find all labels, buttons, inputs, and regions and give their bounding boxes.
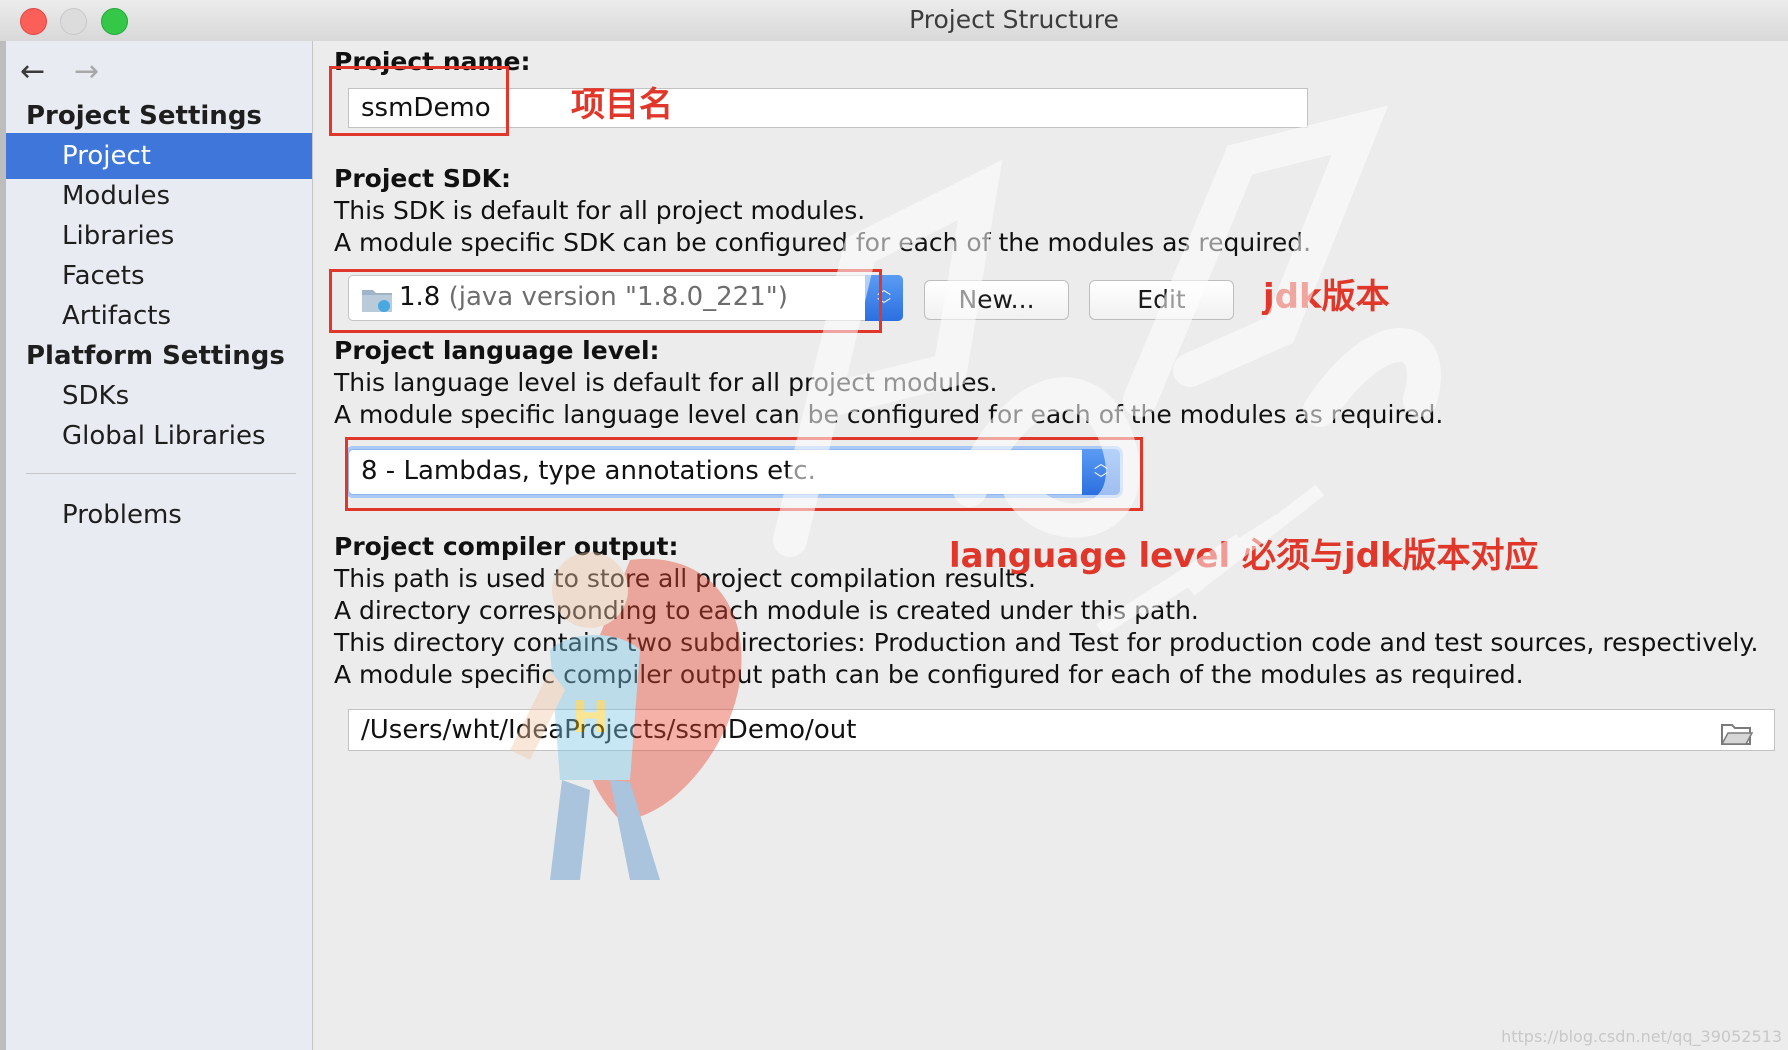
project-sdk-desc-2: A module specific SDK can be configured … [334,228,1312,257]
sidebar: ← → Project Settings Project Modules Lib… [6,41,313,1050]
compiler-output-path-value: /Users/wht/IdeaProjects/ssmDemo/out [361,715,857,745]
project-settings-header: Project Settings [26,101,262,131]
sidebar-divider [26,473,296,474]
annotation-project-name: 项目名 [571,85,673,125]
language-level-desc-1: This language level is default for all p… [334,368,998,397]
project-settings-panel: Project name: ssmDemo 项目名 Project SDK: T… [313,41,1788,1050]
annotation-box-language-level [345,437,1143,511]
footer-watermark-url: https://blog.csdn.net/qq_39052513 [1501,1027,1782,1046]
annotation-box-sdk [329,269,882,333]
window-title: Project Structure [909,5,1119,34]
forward-arrow-icon[interactable]: → [74,57,99,87]
language-level-desc-2: A module specific language level can be … [334,400,1444,429]
platform-settings-header: Platform Settings [26,341,285,371]
project-sdk-label: Project SDK: [334,164,511,193]
project-sdk-desc-1: This SDK is default for all project modu… [334,196,866,225]
compiler-output-path-field[interactable]: /Users/wht/IdeaProjects/ssmDemo/out [348,709,1775,751]
annotation-box-project-name [329,66,509,136]
back-arrow-icon[interactable]: ← [20,57,45,87]
compiler-output-desc-4: A module specific compiler output path c… [334,660,1524,689]
compiler-output-desc-1: This path is used to store all project c… [334,564,1036,593]
sidebar-item-problems[interactable]: Problems [6,492,312,538]
compiler-output-desc-3: This directory contains two subdirectori… [334,628,1759,657]
folder-browse-icon[interactable] [1720,718,1754,758]
annotation-language-level: language level 必须与jdk版本对应 [949,536,1539,576]
compiler-output-label: Project compiler output: [334,532,679,561]
title-bar: Project Structure [0,0,1788,42]
language-level-label: Project language level: [334,336,660,365]
new-sdk-button[interactable]: New... [924,280,1069,320]
sidebar-item-artifacts[interactable]: Artifacts [6,293,312,339]
compiler-output-desc-2: A directory corresponding to each module… [334,596,1199,625]
edit-sdk-button[interactable]: Edit [1089,280,1234,320]
sidebar-item-global-libraries[interactable]: Global Libraries [6,413,312,459]
annotation-jdk-version: jdk版本 [1263,277,1390,317]
